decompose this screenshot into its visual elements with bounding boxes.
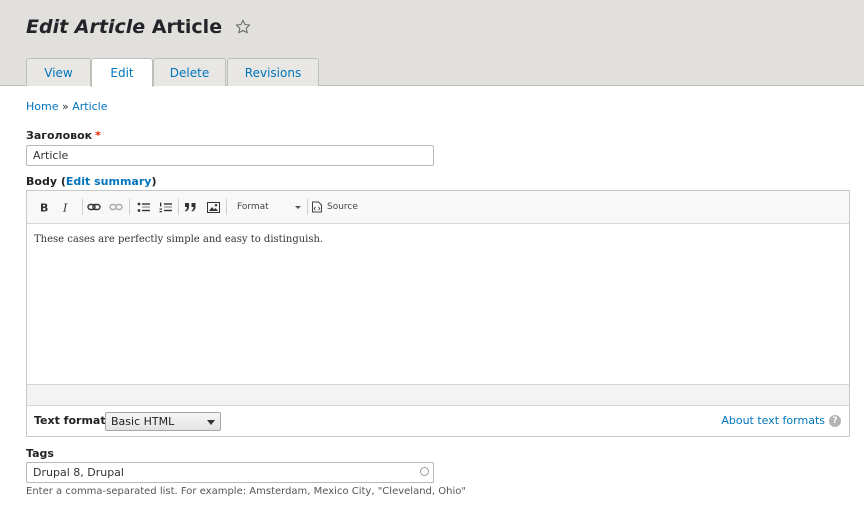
breadcrumb-separator: »	[61, 100, 69, 113]
numbered-list-icon[interactable]	[156, 198, 174, 216]
body-paren-close: )	[151, 175, 157, 188]
format-dropdown-label: Format	[237, 202, 269, 212]
chevron-down-icon	[295, 206, 301, 209]
editor-paragraph: These cases are perfectly simple and eas…	[34, 234, 324, 245]
star-icon[interactable]	[235, 18, 251, 40]
blockquote-icon[interactable]	[181, 198, 199, 216]
title-input[interactable]: Article	[26, 145, 434, 166]
text-format-label: Text format	[34, 414, 106, 427]
breadcrumb-article-link[interactable]: Article	[72, 100, 107, 113]
about-text-formats-label: About text formats	[721, 414, 825, 427]
svg-text:B: B	[40, 202, 48, 214]
svg-text:I: I	[62, 202, 68, 214]
text-format-row: Text format Basic HTML About text format…	[27, 406, 849, 436]
editor-content-area[interactable]: These cases are perfectly simple and eas…	[27, 224, 849, 384]
bulleted-list-icon[interactable]	[134, 198, 152, 216]
source-icon	[312, 201, 322, 213]
body-editor: B I Format Source These cases are perfec…	[26, 190, 850, 437]
title-label-text: Заголовок	[26, 129, 93, 142]
tab-revisions[interactable]: Revisions	[227, 58, 319, 86]
edit-summary-link[interactable]: Edit summary	[66, 175, 152, 188]
about-text-formats-link[interactable]: About text formats ?	[721, 414, 841, 427]
image-icon[interactable]	[204, 198, 222, 216]
help-icon: ?	[829, 414, 841, 427]
breadcrumb: Home » Article	[26, 100, 108, 113]
autocomplete-throbber-icon	[420, 467, 429, 476]
page-title-prefix: Edit Article	[26, 16, 146, 38]
body-field-label: Body (Edit summary)	[26, 175, 156, 188]
italic-icon[interactable]: I	[57, 198, 75, 216]
tags-input-value: Drupal 8, Drupal	[33, 466, 124, 479]
format-dropdown[interactable]: Format	[231, 198, 303, 216]
breadcrumb-home-link[interactable]: Home	[26, 100, 58, 113]
chevron-down-icon	[207, 420, 215, 425]
editor-toolbar: B I Format Source	[27, 191, 849, 224]
link-icon[interactable]	[85, 198, 103, 216]
tab-delete[interactable]: Delete	[153, 58, 226, 86]
tab-edit[interactable]: Edit	[91, 58, 153, 87]
tab-view[interactable]: View	[26, 58, 91, 86]
title-field-label: Заголовок *	[26, 129, 101, 142]
required-marker: *	[95, 129, 101, 142]
source-button[interactable]: Source	[311, 198, 358, 216]
text-format-select[interactable]: Basic HTML	[105, 412, 221, 431]
unlink-icon[interactable]	[107, 198, 125, 216]
page-title-suffix: Article	[151, 16, 223, 38]
page-header: Edit Article Article View Edit Delete Re…	[0, 0, 864, 87]
text-format-selected: Basic HTML	[111, 415, 175, 428]
page-title: Edit Article Article	[26, 16, 251, 40]
editor-status-bar	[27, 384, 849, 406]
tags-field-label: Tags	[26, 447, 54, 460]
source-button-label: Source	[327, 202, 358, 212]
tags-input[interactable]: Drupal 8, Drupal	[26, 462, 434, 483]
body-label-text: Body	[26, 175, 57, 188]
bold-icon[interactable]: B	[35, 198, 53, 216]
tags-description: Enter a comma-separated list. For exampl…	[26, 486, 466, 497]
